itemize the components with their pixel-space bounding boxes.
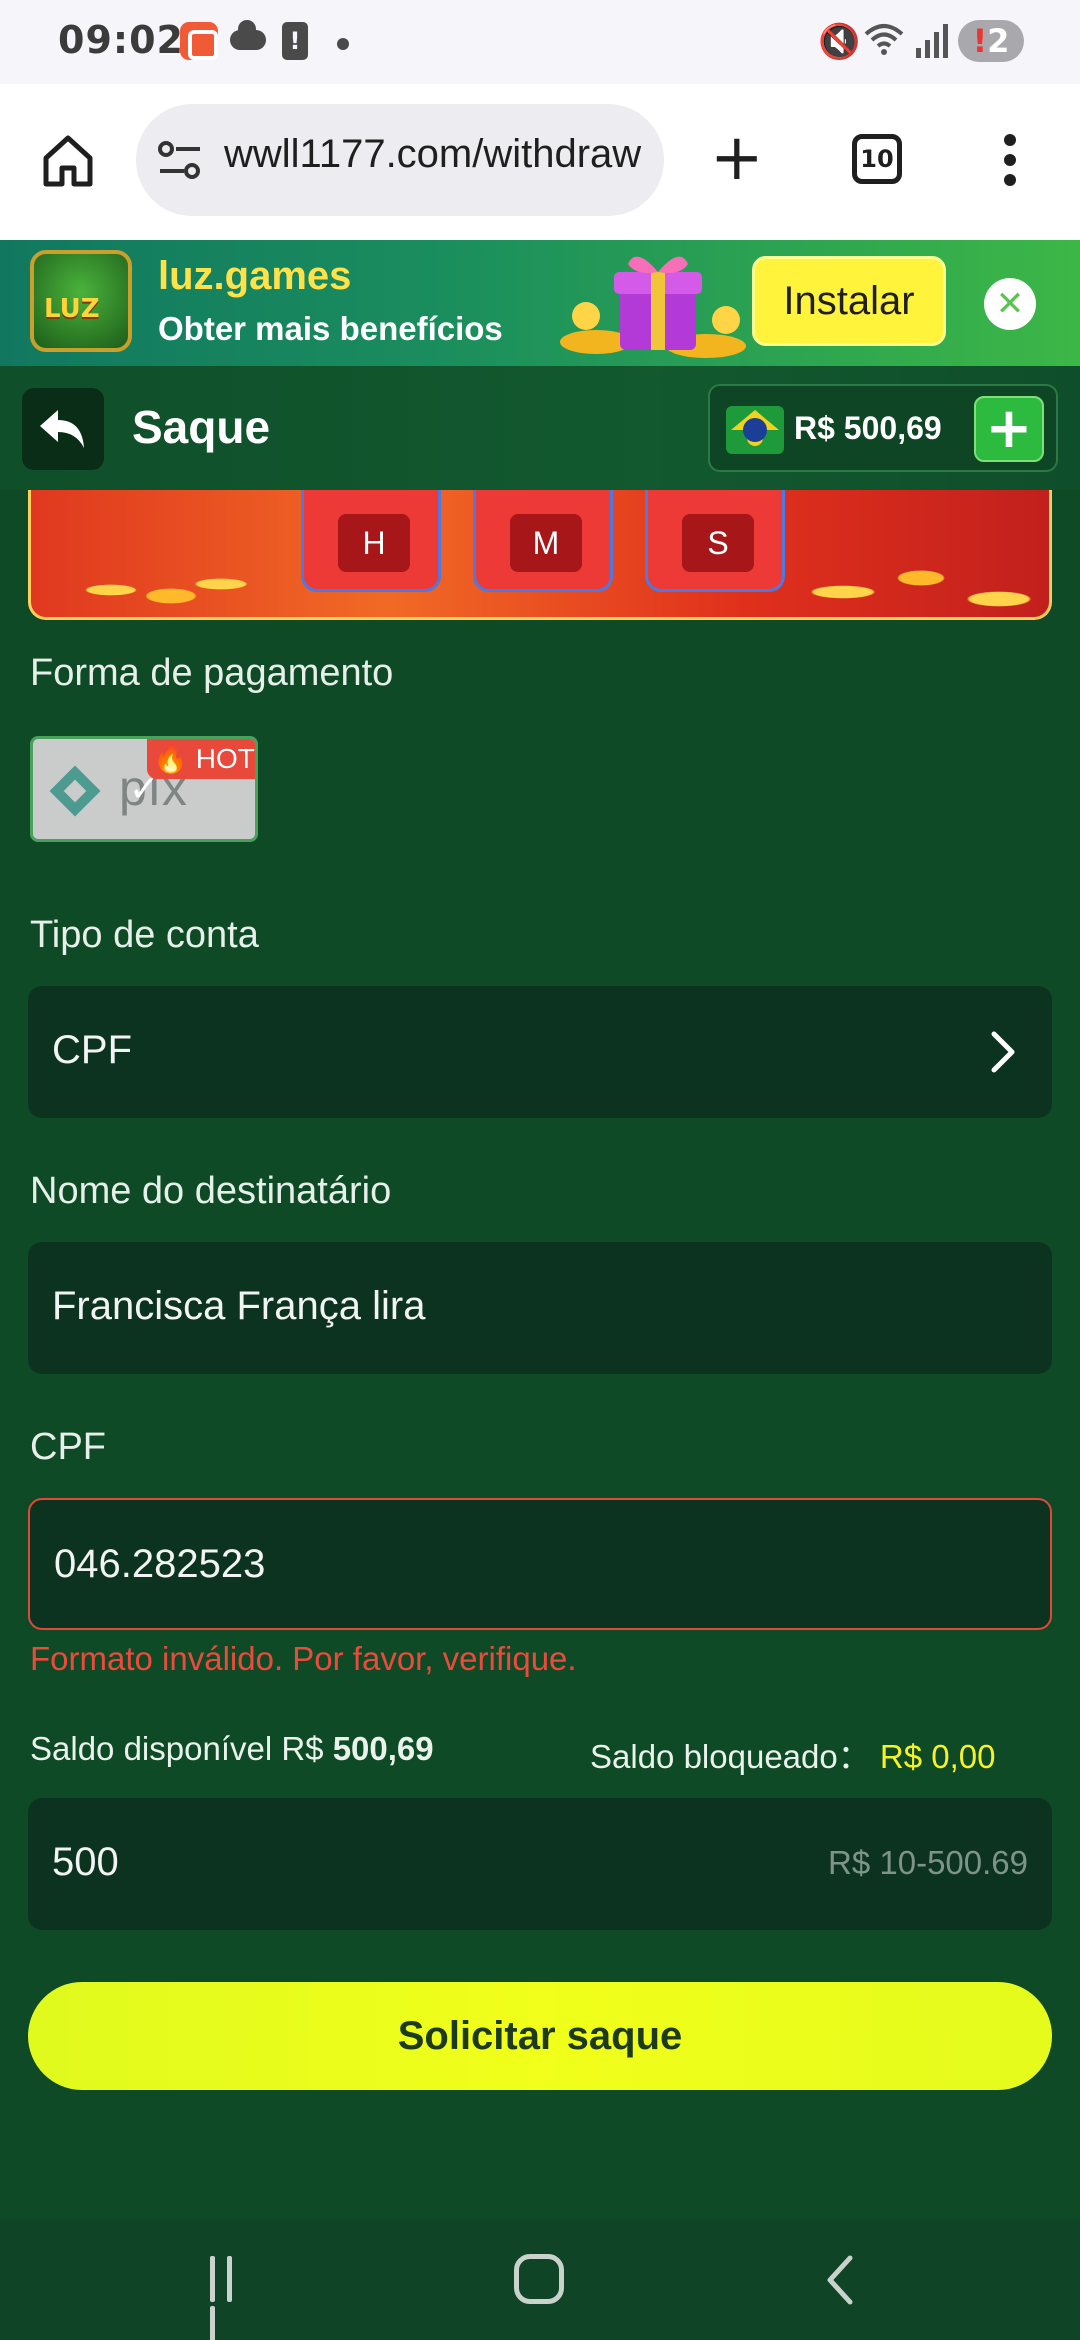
app-logo: LUZ (30, 250, 132, 352)
app-notification-icon (180, 22, 218, 60)
amount-input[interactable]: 500 R$ 10-500.69 (28, 1798, 1052, 1930)
back-nav-icon[interactable] (820, 2254, 860, 2306)
cpf-value: 046.282523 (54, 1542, 266, 1586)
amount-value: 500 (52, 1840, 119, 1884)
wifi-icon (864, 24, 904, 55)
account-type-select[interactable]: CPF (28, 986, 1052, 1118)
notification-badge: !2 (958, 20, 1024, 62)
request-withdrawal-button[interactable]: Solicitar saque (28, 1982, 1052, 2090)
status-time: 09:02 (58, 18, 184, 62)
timer-hours: H (301, 490, 441, 592)
app-header: Saque R$ 500,69 + (0, 366, 1080, 490)
cpf-input[interactable]: 046.282523 (28, 1498, 1052, 1630)
new-tab-button[interactable]: + (710, 126, 764, 190)
timer-label-minutes: M (510, 514, 582, 572)
more-vert-icon[interactable] (1004, 134, 1018, 186)
coins-decoration (51, 560, 251, 617)
dot-icon (337, 38, 349, 50)
system-navigation-bar (0, 2220, 1080, 2340)
promo-timer-banner[interactable]: H M S (28, 490, 1052, 620)
install-button[interactable]: Instalar (752, 256, 946, 346)
status-bar: 09:02 ! 🔇 !2 (0, 0, 1080, 84)
recipient-name-input[interactable]: Francisca França lira (28, 1242, 1052, 1374)
back-arrow-icon (40, 410, 84, 448)
cpf-error-message: Formato inválido. Por favor, verifique. (30, 1640, 577, 1677)
recipient-label: Nome do destinatário (30, 1170, 392, 1212)
brazil-flag-icon (726, 406, 784, 454)
banner-subtitle: Obter mais benefícios (158, 310, 503, 347)
close-icon[interactable]: ✕ (984, 278, 1036, 330)
signal-icon (916, 24, 948, 58)
alert-icon: ! (282, 22, 308, 60)
mute-icon: 🔇 (818, 22, 861, 62)
home-nav-icon[interactable] (514, 2254, 564, 2304)
tune-icon[interactable] (158, 140, 202, 180)
gift-coins-illustration (560, 256, 746, 358)
blocked-balance: Saldo bloqueado： R$ 0,00 (590, 1738, 996, 1775)
balance-display: R$ 500,69 + (708, 384, 1058, 472)
account-type-label: Tipo de conta (30, 914, 259, 956)
add-funds-button[interactable]: + (974, 396, 1044, 462)
cloud-icon (230, 20, 266, 50)
available-balance: Saldo disponível R$ 500,69 (30, 1730, 434, 1767)
recent-apps-icon[interactable] (210, 2256, 260, 2340)
url-text: wwll1177.com/withdraw (224, 132, 642, 176)
tabs-button[interactable]: 10 (852, 134, 902, 184)
account-type-value: CPF (52, 1028, 132, 1072)
coins-decoration (791, 550, 1049, 617)
timer-seconds: S (645, 490, 785, 592)
payment-option-pix[interactable]: pix ✓ 🔥 HOT (30, 736, 258, 842)
hot-badge: 🔥 HOT (147, 739, 255, 779)
timer-label-seconds: S (682, 514, 754, 572)
home-icon[interactable] (38, 130, 98, 190)
payment-method-label: Forma de pagamento (30, 652, 394, 694)
timer-label-hours: H (338, 514, 410, 572)
chevron-right-icon (991, 1031, 1015, 1073)
install-banner: LUZ luz.games Obter mais benefícios Inst… (0, 240, 1080, 366)
amount-range-hint: R$ 10-500.69 (828, 1844, 1028, 1881)
address-bar[interactable]: wwll1177.com/withdraw (136, 104, 664, 216)
browser-toolbar: wwll1177.com/withdraw + 10 (0, 84, 1080, 240)
cpf-label: CPF (30, 1426, 106, 1468)
recipient-name-value: Francisca França lira (52, 1284, 426, 1328)
timer-minutes: M (473, 490, 613, 592)
banner-app-name: luz.games (158, 254, 352, 298)
balance-amount: R$ 500,69 (794, 410, 942, 446)
page-title: Saque (132, 401, 271, 453)
back-button[interactable] (22, 388, 104, 470)
fire-icon: 🔥 (153, 743, 188, 774)
pix-icon (49, 765, 101, 817)
